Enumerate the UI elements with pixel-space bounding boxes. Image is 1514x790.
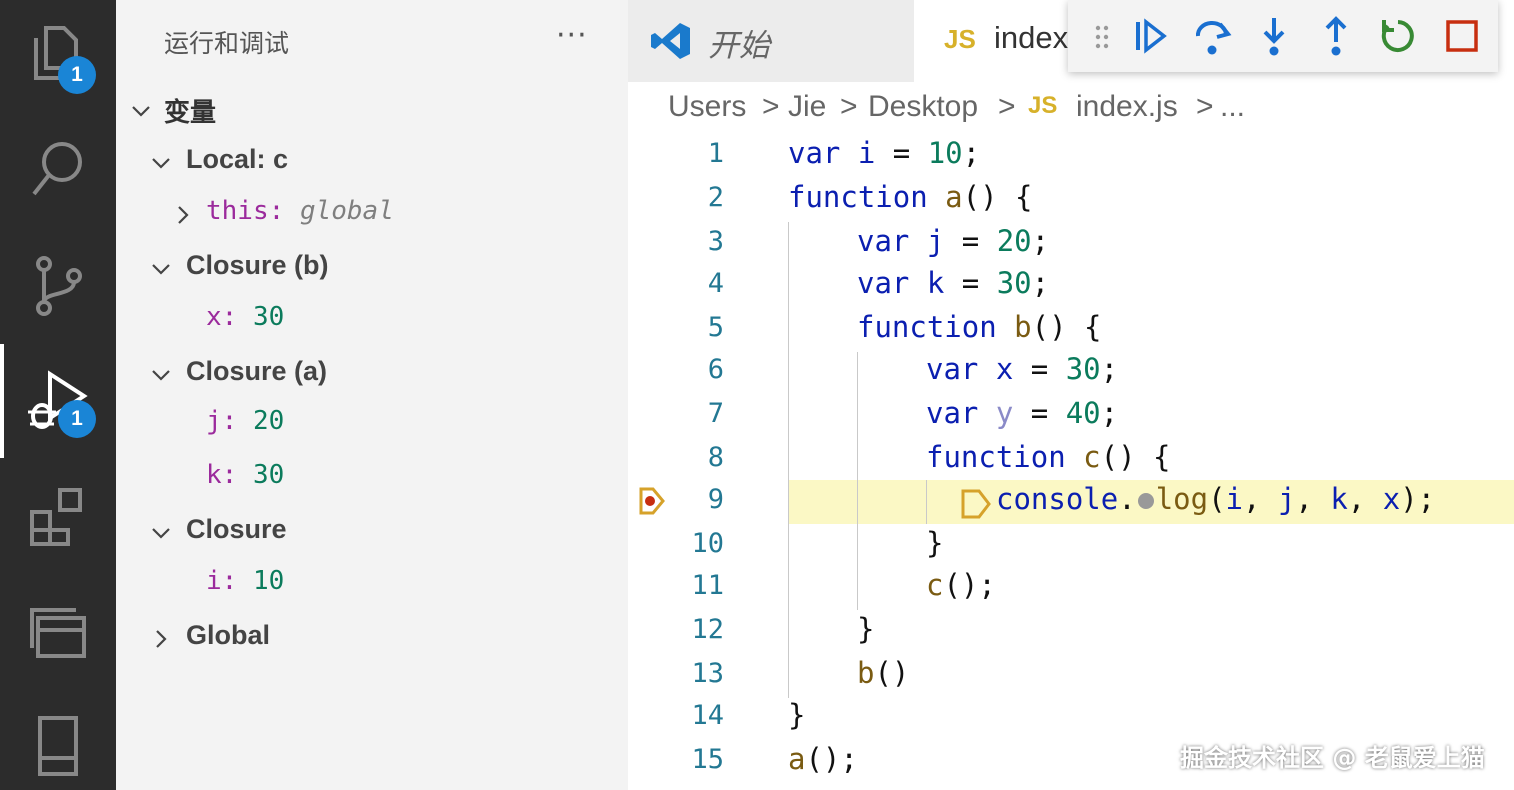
step-into-icon — [1263, 18, 1285, 56]
breadcrumb-jie[interactable]: Jie — [788, 90, 826, 124]
step-into-button[interactable] — [1252, 14, 1296, 58]
search-icon[interactable] — [24, 134, 92, 202]
activity-bar: 1 1 — [0, 0, 116, 790]
more-actions-button[interactable]: ··· — [556, 18, 588, 53]
breadcrumb-desktop[interactable]: Desktop — [868, 90, 978, 124]
code-line: 3 var j = 20; — [628, 222, 1514, 266]
variable-value: 30 — [252, 460, 285, 490]
active-indicator — [0, 344, 4, 458]
panel-icon[interactable] — [24, 712, 92, 780]
js-file-icon: JS — [1028, 92, 1058, 119]
chevron-right-icon — [178, 206, 189, 224]
js-file-icon: JS — [944, 24, 976, 54]
code-line: 6 var x = 30; — [628, 350, 1514, 394]
code-line: 8 function c() { — [628, 438, 1514, 482]
line-number: 2 — [707, 182, 724, 213]
debug-sidebar: 运行和调试 ··· 变量 Local: c this: global Closu… — [116, 0, 628, 790]
line-number: 6 — [707, 354, 724, 385]
variable-name: i: — [206, 566, 238, 596]
step-over-button[interactable] — [1190, 14, 1234, 58]
continue-button[interactable] — [1128, 14, 1172, 58]
variable-name: k: — [206, 460, 238, 490]
line-number: 14 — [691, 700, 724, 731]
code-line: 2 function a() { — [628, 178, 1514, 222]
debug-badge: 1 — [58, 400, 96, 438]
scope-label: Global — [186, 620, 271, 650]
breadcrumb-separator: > — [762, 90, 780, 123]
chevron-right-icon — [156, 630, 167, 648]
code-line: 12 } — [628, 610, 1514, 654]
code-line: 7 var y = 40; — [628, 394, 1514, 438]
breadcrumb-separator: > — [998, 90, 1016, 123]
line-number: 13 — [691, 658, 724, 689]
line-number: 9 — [707, 484, 724, 515]
scope-label: Local: c — [186, 144, 289, 174]
line-number: 4 — [707, 268, 724, 299]
scope-label: Closure (a) — [186, 356, 328, 386]
chevron-down-icon — [152, 528, 170, 539]
chevron-down-icon — [132, 106, 150, 117]
line-number: 5 — [707, 312, 724, 343]
line-number: 7 — [707, 398, 724, 429]
code-line: 13 b() — [628, 654, 1514, 698]
breadcrumb-file[interactable]: index.js — [1076, 90, 1178, 124]
breadcrumb-users[interactable]: Users — [668, 90, 746, 124]
line-number: 8 — [707, 442, 724, 473]
breadcrumb-separator: > — [1196, 90, 1214, 123]
code-line: 1 var i = 10; — [628, 134, 1514, 178]
step-over-icon — [1195, 20, 1232, 55]
code-line: 5 function b() { — [628, 308, 1514, 352]
source-control-icon[interactable] — [24, 252, 92, 320]
variable-value: 20 — [252, 406, 285, 436]
code-line: 11 c(); — [628, 566, 1514, 610]
step-out-button[interactable] — [1314, 14, 1358, 58]
execution-pointer-icon — [961, 489, 991, 519]
tab-label: 开始 — [708, 28, 770, 63]
line-number: 11 — [691, 570, 724, 601]
inline-breakpoint-dot[interactable] — [1137, 493, 1154, 509]
variable-name: this: — [206, 196, 285, 226]
breadcrumb-separator: > — [840, 90, 858, 123]
tab-welcome[interactable]: 开始 — [628, 0, 914, 82]
chevron-down-icon — [152, 370, 170, 381]
extensions-icon[interactable] — [24, 484, 92, 552]
line-number: 1 — [707, 138, 724, 169]
code-line-current: 9 console. log(i, j, k, x); — [628, 480, 1514, 524]
code-editor[interactable]: 1 var i = 10; 2 function a() { 3 var j =… — [628, 134, 1514, 790]
variable-value: 10 — [252, 566, 285, 596]
chevron-down-icon — [152, 158, 170, 169]
scope-label: Closure (b) — [186, 250, 329, 280]
code-line: 10 } — [628, 524, 1514, 568]
line-number: 3 — [707, 226, 724, 257]
step-out-icon — [1325, 16, 1347, 56]
variable-value: 30 — [252, 302, 285, 332]
sidebar-title: 运行和调试 — [164, 29, 290, 58]
variable-name: j: — [206, 406, 238, 436]
variable-name: x: — [206, 302, 238, 332]
drag-handle-icon[interactable] — [1094, 24, 1110, 50]
explorer-badge: 1 — [58, 56, 96, 94]
code-line: 14 } — [628, 696, 1514, 740]
code-line: 4 var k = 30; — [628, 264, 1514, 308]
tab-label: index — [994, 20, 1069, 55]
vscode-logo-icon — [651, 23, 690, 59]
line-number: 15 — [691, 744, 724, 775]
scope-label: Closure — [186, 514, 287, 544]
variables-section-title: 变量 — [164, 98, 217, 128]
variable-value: global — [299, 196, 394, 226]
continue-icon — [1136, 18, 1167, 54]
breadcrumb-symbol[interactable]: ... — [1220, 90, 1245, 124]
remote-explorer-icon[interactable] — [24, 600, 92, 668]
watermark: 掘金技术社区 @ 老鼠爱上猫 — [1180, 744, 1485, 772]
debug-toolbar — [1068, 0, 1498, 72]
restart-button[interactable] — [1376, 14, 1420, 58]
chevron-down-icon — [152, 264, 170, 275]
line-number: 12 — [691, 614, 724, 645]
stop-icon — [1446, 20, 1478, 52]
stop-button[interactable] — [1440, 14, 1484, 58]
line-number: 10 — [691, 528, 724, 559]
restart-icon — [1381, 20, 1414, 52]
